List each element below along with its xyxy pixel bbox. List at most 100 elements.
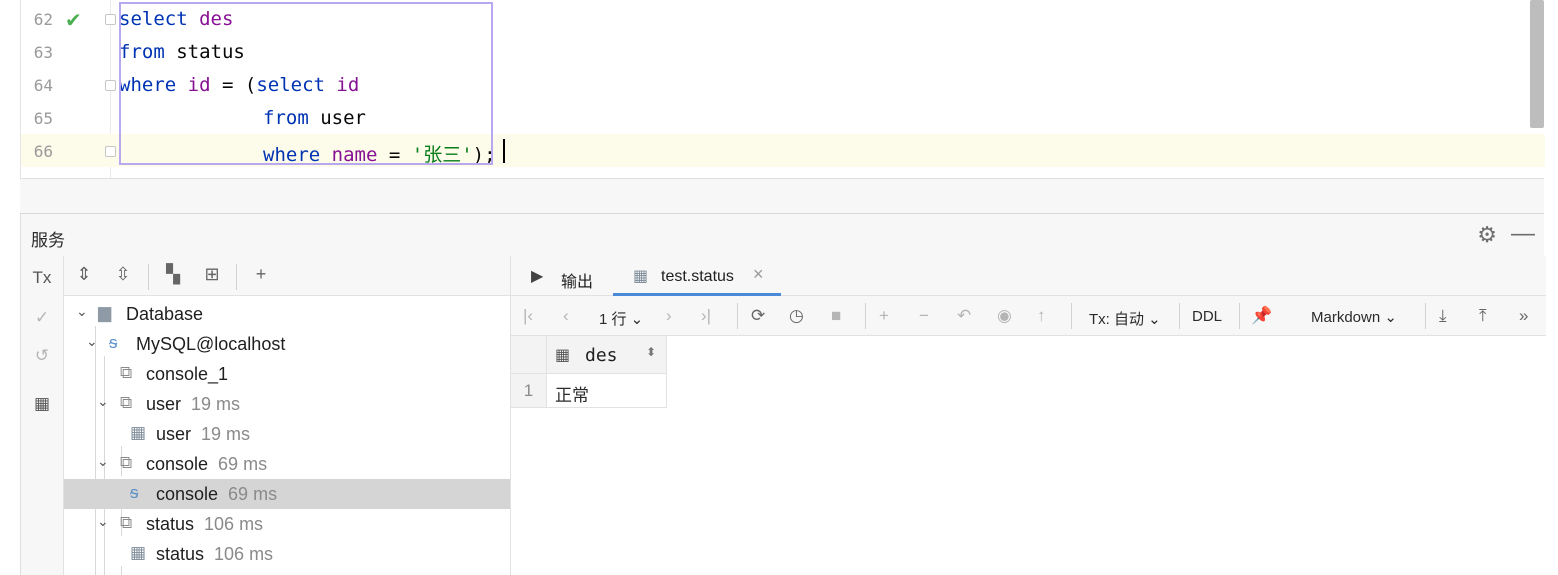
fold-marker-icon[interactable]	[105, 80, 116, 91]
results-tabs: ▶ 输出 ▦ test.status ×	[511, 256, 1546, 296]
keyword: where	[119, 74, 177, 96]
code-line-current[interactable]: 66 where name = '张三');	[21, 134, 1545, 167]
code-text: where id = (select id	[119, 74, 359, 96]
table-icon: ▦	[130, 423, 147, 442]
code-text: select des	[119, 8, 233, 30]
code-text: from status	[119, 41, 245, 63]
delete-row-icon[interactable]: −	[919, 306, 929, 326]
table-cell[interactable]: 正常	[547, 374, 667, 408]
new-session-icon[interactable]: ⊞	[200, 264, 224, 285]
revert-icon[interactable]: ↶	[957, 306, 971, 326]
tree-item-result[interactable]: ▦ user 19 ms	[64, 419, 510, 449]
query-history-icon[interactable]: ◷	[789, 306, 804, 326]
row-number: 1	[511, 374, 547, 408]
results-panel: ▶ 输出 ▦ test.status × |‹ ‹ 1 行 ⌄ › ›| ⟳ ◷…	[510, 256, 1546, 575]
toolbar-separator	[865, 303, 866, 329]
code-plain: =	[377, 144, 412, 166]
row-count-dropdown[interactable]: 1 行 ⌄	[599, 308, 643, 329]
close-icon[interactable]: ×	[753, 264, 764, 285]
column-header-des[interactable]: ▦ des ⬍	[547, 336, 667, 374]
session-active-icon: ⧉	[120, 393, 133, 412]
tree-item-result[interactable]: ▦ status 106 ms	[64, 539, 510, 569]
chevron-down-icon[interactable]: ⌄	[86, 333, 98, 350]
add-icon[interactable]: +	[249, 264, 273, 285]
format-dropdown[interactable]: Markdown ⌄	[1311, 308, 1397, 326]
tree-item-session[interactable]: ⧉ console_1	[64, 359, 510, 389]
session-active-icon: ⧉	[120, 513, 133, 532]
tree-item-label: console 69 ms	[156, 484, 277, 505]
pin-icon[interactable]: 📌	[1251, 306, 1272, 326]
ddl-button[interactable]: DDL	[1192, 308, 1222, 325]
first-page-icon[interactable]: |‹	[523, 306, 533, 326]
code-line[interactable]: 65 from user	[21, 101, 1545, 134]
table-icon: ▦	[130, 543, 147, 562]
stop-icon[interactable]: ■	[831, 306, 841, 326]
commit-icon[interactable]: ✓	[29, 308, 55, 328]
code-line[interactable]: 62 ✔ select des	[21, 2, 1545, 35]
tree-item-session[interactable]: ⌄ ⧉ console 69 ms	[64, 449, 510, 479]
preview-changes-icon[interactable]: ◉	[997, 306, 1012, 326]
minimize-icon[interactable]: —	[1511, 220, 1535, 248]
identifier: name	[331, 144, 378, 166]
services-header: 服务 ⚙ —	[21, 214, 1545, 256]
toolbar-separator	[1071, 303, 1072, 329]
tab-test-status[interactable]: ▦ test.status ×	[613, 256, 781, 296]
refresh-icon[interactable]: ⟳	[751, 306, 765, 326]
string-literal: '张三'	[411, 144, 473, 166]
next-page-icon[interactable]: ›	[666, 306, 672, 326]
more-icon[interactable]: »	[1519, 306, 1528, 326]
fold-end-marker-icon[interactable]	[105, 146, 116, 157]
chevron-down-icon[interactable]: ⌄	[97, 453, 109, 470]
tree-item-datasource[interactable]: ⌄ ᵴ MySQL@localhost	[64, 329, 510, 359]
transaction-mode-label: Tx: 自动	[1089, 311, 1144, 328]
tab-output[interactable]: ▶ 输出	[529, 256, 613, 296]
expand-all-icon[interactable]: ⇕	[72, 264, 96, 285]
tree-item-time: 19 ms	[201, 424, 251, 444]
group-by-icon[interactable]: ▚	[161, 264, 185, 285]
code-plain: );	[472, 144, 496, 166]
editor-scrollbar[interactable]	[1530, 0, 1544, 128]
tree-item-label: user 19 ms	[156, 424, 250, 445]
code-line[interactable]: 63 from status	[21, 35, 1545, 68]
tree-item-time: 19 ms	[191, 394, 241, 414]
toolbar-separator	[737, 303, 738, 329]
format-label: Markdown	[1311, 309, 1381, 326]
submit-icon[interactable]: ↑	[1037, 306, 1046, 326]
rollback-icon[interactable]: ↺	[29, 346, 55, 366]
toolbar-separator	[148, 264, 149, 290]
toolbar-separator	[1239, 303, 1240, 329]
download-icon[interactable]: ⤓	[1439, 306, 1447, 326]
chevron-down-icon[interactable]: ⌄	[97, 393, 109, 410]
tree-item-session[interactable]: ⌄ ⧉ user 19 ms	[64, 389, 510, 419]
collapse-all-icon[interactable]: ⇳	[111, 264, 135, 285]
identifier: id	[187, 74, 211, 96]
previous-page-icon[interactable]: ‹	[563, 306, 569, 326]
transaction-button[interactable]: Tx	[29, 268, 55, 288]
layout-icon[interactable]: ▦	[29, 394, 55, 414]
keyword: where	[263, 144, 321, 166]
code-text: from user	[263, 107, 366, 129]
line-number: 62	[33, 10, 53, 29]
upload-icon[interactable]: ⤒	[1479, 306, 1487, 326]
column-icon: ▦	[555, 347, 571, 364]
identifier: des	[199, 8, 234, 30]
add-row-icon[interactable]: +	[879, 306, 889, 326]
tree-item-database[interactable]: ⌄ ▆ Database	[64, 299, 510, 329]
code-line[interactable]: 64 where id = (select id	[21, 68, 1545, 101]
services-tree: ⌄ ▆ Database ⌄ ᵴ MySQL@localhost ⧉ conso…	[64, 296, 510, 575]
keyword: from	[263, 107, 309, 129]
sql-editor[interactable]: 62 ✔ select des 63 from status 64 where …	[20, 0, 1545, 178]
last-page-icon[interactable]: ›|	[701, 306, 711, 326]
gear-icon[interactable]: ⚙	[1477, 222, 1497, 248]
line-number: 63	[33, 43, 53, 62]
chevron-down-icon[interactable]: ⌄	[97, 513, 109, 530]
tree-item-session[interactable]: ⌄ ⧉ status 106 ms	[64, 509, 510, 539]
execution-success-check-icon: ✔	[65, 10, 82, 32]
tree-item-result-selected[interactable]: ᵴ console 69 ms	[64, 479, 510, 509]
line-number: 66	[33, 142, 53, 161]
fold-marker-icon[interactable]	[105, 14, 116, 25]
sort-icon[interactable]: ⬍	[646, 345, 656, 359]
transaction-mode-dropdown[interactable]: Tx: 自动 ⌄	[1089, 308, 1161, 329]
chevron-down-icon[interactable]: ⌄	[76, 303, 88, 320]
grid-toolbar: |‹ ‹ 1 行 ⌄ › ›| ⟳ ◷ ■ + − ↶ ◉ ↑ Tx: 自动 ⌄…	[511, 296, 1546, 336]
